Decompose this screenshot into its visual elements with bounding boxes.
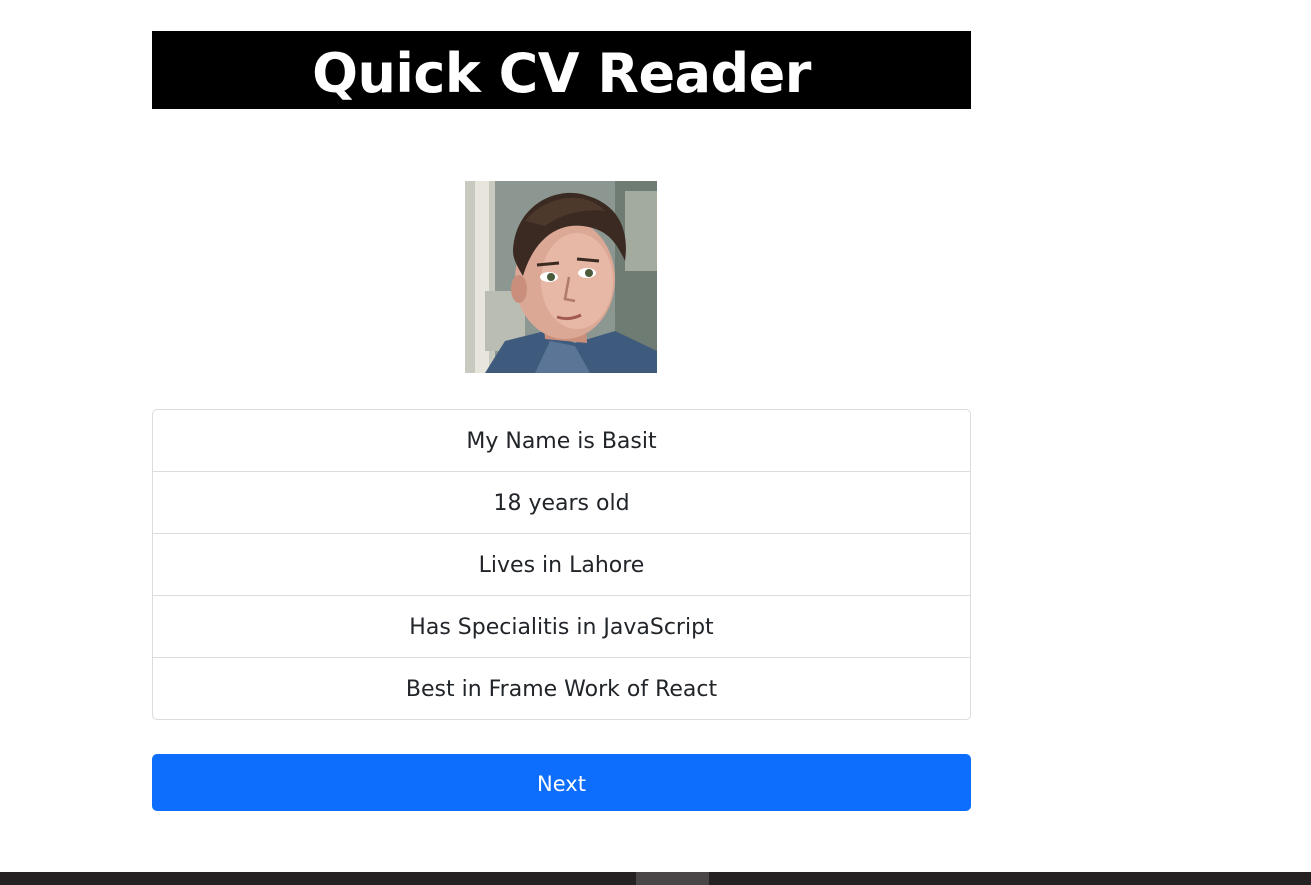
info-specialty: Has Specialitis in JavaScript	[153, 596, 970, 658]
next-button[interactable]: Next	[152, 754, 971, 811]
page: Quick CV Reader My Name is Basit 18 year…	[0, 0, 1311, 885]
info-name: My Name is Basit	[153, 410, 970, 472]
info-age: 18 years old	[153, 472, 970, 534]
info-list: My Name is Basit 18 years old Lives in L…	[152, 409, 971, 720]
page-title: Quick CV Reader	[312, 42, 811, 105]
header-bar: Quick CV Reader	[152, 31, 971, 109]
taskbar-strip	[0, 872, 1311, 885]
taskbar-active-item[interactable]	[636, 872, 709, 885]
info-framework: Best in Frame Work of React	[405, 677, 718, 702]
profile-photo	[465, 181, 657, 373]
info-location: Lives in Lahore	[153, 534, 970, 596]
profile-photo-image	[465, 181, 657, 373]
